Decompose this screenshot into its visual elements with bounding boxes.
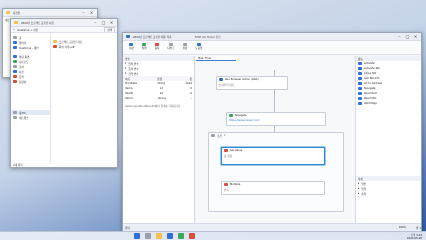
- pdf-icon: [53, 45, 57, 48]
- download-icon: [13, 60, 17, 63]
- variables-note: GetCompetitionResults에서 결과를 가져옵니다: [125, 105, 181, 108]
- list-item[interactable]: 회의 기록.pdf: [51, 44, 117, 49]
- close-icon[interactable]: ×: [89, 10, 94, 15]
- minimize-icon[interactable]: –: [93, 20, 98, 25]
- network-icon: [13, 116, 17, 119]
- explorer-front-tab[interactable]: 2024년 프로젝트 공모전 사진: [21, 21, 54, 25]
- explorer-status: 2개 항목: [13, 163, 23, 167]
- start-icon[interactable]: [134, 233, 140, 239]
- help-button[interactable]: 도움말: [195, 43, 202, 52]
- loop-icon: [224, 183, 228, 186]
- cloud-icon: [13, 46, 17, 49]
- activity-icon: [358, 67, 362, 70]
- app-icon[interactable]: [189, 233, 195, 239]
- music-icon: [13, 75, 17, 78]
- taskbar: 오후 3:24 2024-05-20: [0, 231, 426, 240]
- chevron-right-icon: ▸: [358, 192, 360, 195]
- sidebar-item-videos[interactable]: 동영상: [11, 79, 50, 84]
- editor-statusbar: 준비 100% 줄 1: [123, 223, 421, 231]
- chevron-down-icon: ▾: [125, 62, 127, 65]
- computer-icon: [13, 111, 17, 114]
- sidebar-item-network[interactable]: 네트워크: [11, 115, 50, 120]
- home-icon: [13, 36, 17, 39]
- run-button[interactable]: 실행: [142, 43, 147, 52]
- stop-button[interactable]: 중지: [155, 43, 159, 52]
- activity-icon: [358, 62, 362, 65]
- explorer-front-titlebar: 2024년 프로젝트 공모전 사진 – □ ×: [11, 19, 117, 27]
- explorer-back-tab[interactable]: 사진들: [13, 11, 20, 15]
- explorer-window-front: 2024년 프로젝트 공모전 사진 – □ × ← OneDrive > 사진 검색…: [10, 18, 118, 168]
- search-input[interactable]: 검색: [104, 27, 115, 32]
- folder-icon: [6, 11, 10, 14]
- navigate-icon: [229, 114, 233, 117]
- activity-icon: [358, 82, 362, 85]
- search-icon[interactable]: [145, 233, 151, 239]
- explorer-sidebar: 홈 갤러리 OneDrive - 개인 바탕 화면 다운로드 문서 사진 음악 …: [11, 33, 51, 163]
- activity-icon: [358, 87, 362, 90]
- flow-card-condition[interactable]: 조건 If Set Value 값 설정 Multiple 반복: [208, 132, 344, 212]
- browser-icon[interactable]: [167, 233, 173, 239]
- minimize-icon[interactable]: –: [397, 34, 402, 39]
- folder-icon: [53, 40, 57, 43]
- condition-icon: [211, 134, 215, 137]
- app-icon: [126, 35, 130, 38]
- property-item[interactable]: ▸ 출력: [356, 191, 421, 196]
- chevron-right-icon: ▸: [358, 187, 360, 190]
- chevron-down-icon: ▾: [125, 67, 127, 70]
- debug-button[interactable]: 디버그: [167, 43, 175, 52]
- window-title: BPSE Ver Maker 편집: [194, 35, 221, 39]
- close-icon[interactable]: ×: [413, 34, 418, 39]
- flow-canvas[interactable]: Main Flow Run Browser action (Web) 브라우저 …: [196, 56, 354, 224]
- store-icon[interactable]: [178, 233, 184, 239]
- activity-icon: [358, 97, 362, 100]
- folder-icon: [14, 21, 18, 24]
- activity-icon: [358, 77, 362, 80]
- breadcrumb[interactable]: OneDrive > 사진: [17, 28, 38, 32]
- flow-card-multiple[interactable]: Multiple 반복: [221, 181, 325, 195]
- picture-icon: [13, 70, 17, 73]
- chevron-right-icon: ▸: [358, 182, 360, 185]
- document-icon: [13, 65, 17, 68]
- editor-toolbar: 저장 실행 중지 디버그 설정 도움말: [123, 41, 421, 55]
- activity-item[interactable]: Wait Page: [356, 101, 421, 106]
- save-button[interactable]: 저장: [129, 43, 134, 52]
- editor-titlebar: 2024년 프로젝트 공모전 제출 목록 BPSE Ver Maker 편집 –…: [123, 33, 421, 41]
- explorer-back-titlebar: 사진들 – ×: [3, 9, 97, 17]
- back-arrow-icon[interactable]: ←: [13, 28, 15, 31]
- maximize-icon[interactable]: □: [405, 34, 410, 39]
- gallery-icon: [13, 41, 17, 44]
- chevron-down-icon: ▾: [125, 72, 127, 75]
- file-list: 프로젝트 공모전 자료 회의 기록.pdf: [51, 33, 117, 163]
- activity-icon: [358, 92, 362, 95]
- file-explorer-icon[interactable]: [156, 233, 162, 239]
- sidebar-item-onedrive[interactable]: OneDrive - 개인: [11, 45, 50, 50]
- activity-panel: 활동 Activate Activate Tab Close Tab Get T…: [355, 56, 421, 224]
- flow-card-navigate[interactable]: Navigate https://www.naver.com/: [226, 112, 326, 126]
- editor-window: 2024년 프로젝트 공모전 제출 목록 BPSE Ver Maker 편집 –…: [122, 32, 422, 232]
- browser-icon: [219, 78, 223, 81]
- close-icon[interactable]: ×: [109, 20, 114, 25]
- variables-panel: 변수 ▾ 입력 변수 ▾ 출력 변수 ▾ 전역 변수 이름 유형 값 ProdDate st…: [123, 56, 195, 224]
- maximize-icon[interactable]: □: [101, 20, 106, 25]
- video-icon: [13, 80, 17, 83]
- date[interactable]: 2024-05-20: [407, 237, 422, 240]
- set-value-icon: [224, 149, 228, 152]
- activity-icon: [358, 102, 362, 105]
- editor-tab[interactable]: 2024년 프로젝트 공모전 제출 목록: [133, 35, 172, 39]
- flow-tab[interactable]: Main Flow: [196, 56, 236, 61]
- flow-card-browser[interactable]: Run Browser action (Web) 브라우저 열기: [216, 76, 288, 90]
- activity-icon: [358, 72, 362, 75]
- flow-card-setvalue[interactable]: Set Value 값 설정: [221, 147, 325, 165]
- desktop-icon: [13, 55, 17, 58]
- minimize-icon[interactable]: –: [81, 10, 86, 15]
- settings-button[interactable]: 설정: [183, 43, 187, 52]
